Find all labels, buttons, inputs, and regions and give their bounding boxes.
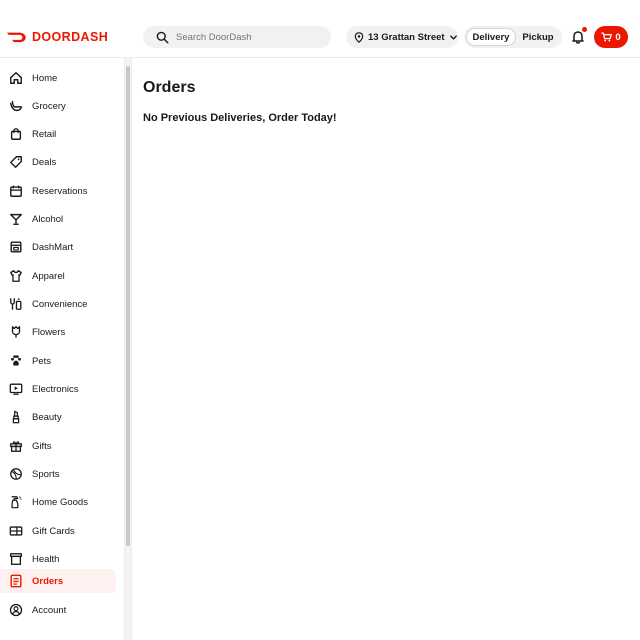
sidebar-item-label: Electronics <box>32 383 79 395</box>
sidebar-item-label: Grocery <box>32 100 66 112</box>
sidebar-item-sports[interactable]: Sports <box>0 462 116 486</box>
sidebar-item-label: Deals <box>32 156 57 168</box>
sidebar-item-label: Sports <box>32 468 60 480</box>
cocktail-icon <box>10 213 22 225</box>
sidebar-item-label: Flowers <box>32 326 66 338</box>
sidebar-item-label: Convenience <box>32 298 88 310</box>
sidebar-item-health[interactable]: Health <box>0 547 116 571</box>
sidebar-item-label: Pets <box>32 355 52 367</box>
sidebar-item-label: Retail <box>32 128 57 140</box>
sidebar-item-label: Home Goods <box>32 496 88 508</box>
page-title: Orders <box>143 79 196 96</box>
sidebar-item-label: Home <box>32 72 58 84</box>
doordash-logo[interactable]: DOORDASH <box>6 27 108 47</box>
sidebar-item-label: Account <box>32 604 67 616</box>
sidebar-item-gifts[interactable]: Gifts <box>0 434 116 458</box>
cart-button[interactable]: 0 <box>594 26 628 48</box>
calendar-icon <box>10 185 22 197</box>
chevron-down-icon <box>449 34 457 40</box>
empty-orders-message: No Previous Deliveries, Order Today! <box>143 112 337 124</box>
sidebar-item-label: DashMart <box>32 241 74 253</box>
sidebar-item-label: Alcohol <box>32 213 64 225</box>
sidebar-item-dashmart[interactable]: DashMart <box>0 235 116 259</box>
sidebar-item-flowers[interactable]: Flowers <box>0 320 116 344</box>
sidebar-item-label: Apparel <box>32 270 65 282</box>
lipstick-icon <box>12 410 20 424</box>
sidebar-item-beauty[interactable]: Beauty <box>0 405 116 429</box>
tag-icon <box>10 156 22 168</box>
main-content: Orders No Previous Deliveries, Order Tod… <box>132 58 640 640</box>
notification-dot <box>582 27 587 32</box>
shopping-bag-icon <box>10 128 22 140</box>
sidebar-item-electronics[interactable]: Electronics <box>0 377 116 401</box>
spray-bottle-icon <box>11 496 22 509</box>
search-bar[interactable] <box>143 26 331 48</box>
ball-icon <box>10 468 22 480</box>
sidebar-item-label: Reservations <box>32 185 88 197</box>
sidebar-scrollbar[interactable] <box>124 58 132 640</box>
delivery-button[interactable]: Delivery <box>466 28 516 46</box>
sidebar-item-label: Orders <box>32 575 64 587</box>
sidebar-item-label: Health <box>32 553 60 565</box>
account-icon <box>9 603 23 617</box>
sidebar-item-apparel[interactable]: Apparel <box>0 264 116 288</box>
cart-count: 0 <box>615 31 621 43</box>
sidebar-item-home-goods[interactable]: Home Goods <box>0 490 116 514</box>
gift-card-icon <box>9 526 23 536</box>
location-pin-icon <box>354 31 364 43</box>
sidebar-item-label: Beauty <box>32 411 62 423</box>
health-icon <box>10 553 22 565</box>
sidebar-item-label: Gift Cards <box>32 525 75 537</box>
electronics-icon <box>9 383 23 395</box>
pickup-button[interactable]: Pickup <box>516 28 560 46</box>
shirt-icon <box>10 270 22 282</box>
search-icon <box>156 31 169 43</box>
brand-name: DOORDASH <box>32 30 109 44</box>
sidebar-item-convenience[interactable]: Convenience <box>0 292 116 316</box>
address-label: 13 Grattan Street <box>368 31 445 43</box>
search-input[interactable] <box>176 31 316 43</box>
sidebar-item-retail[interactable]: Retail <box>0 122 116 146</box>
sidebar-item-home[interactable]: Home <box>0 66 116 90</box>
flower-icon <box>11 326 21 338</box>
sidebar-item-account[interactable]: Account <box>0 598 116 622</box>
sidebar-item-gift-cards[interactable]: Gift Cards <box>0 519 116 543</box>
gift-icon <box>10 441 22 452</box>
sidebar-item-label: Gifts <box>32 440 52 452</box>
address-selector[interactable]: 13 Grattan Street <box>346 26 458 48</box>
home-icon <box>10 72 22 84</box>
delivery-pickup-toggle: Delivery Pickup <box>464 26 562 48</box>
doordash-logo-icon <box>6 32 26 43</box>
convenience-icon <box>10 298 22 310</box>
sidebar-item-reservations[interactable]: Reservations <box>0 179 116 203</box>
sidebar-item-pets[interactable]: Pets <box>0 349 116 373</box>
sidebar-item-alcohol[interactable]: Alcohol <box>0 207 116 231</box>
receipt-icon <box>10 574 22 588</box>
sidebar-item-deals[interactable]: Deals <box>0 150 116 174</box>
sidebar-item-grocery[interactable]: Grocery <box>0 94 116 118</box>
sidebar-nav: Home Grocery Retail Deals Reservations A… <box>0 58 124 640</box>
grocery-icon <box>10 100 22 112</box>
scrollbar-thumb[interactable] <box>126 66 130 546</box>
cart-icon <box>601 32 613 42</box>
top-header: DOORDASH 13 Grattan Street Delivery Pick… <box>0 0 640 58</box>
paw-icon <box>11 355 21 366</box>
sidebar-item-orders[interactable]: Orders <box>0 569 116 593</box>
store-icon <box>10 241 22 253</box>
